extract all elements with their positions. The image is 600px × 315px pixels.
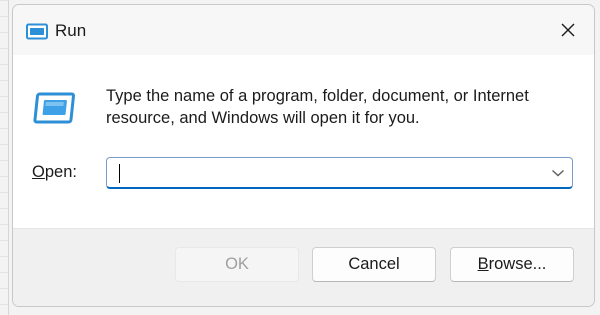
open-combobox[interactable] (106, 157, 573, 189)
browse-button[interactable]: Browse... (450, 247, 574, 282)
ok-button[interactable]: OK (175, 247, 299, 282)
run-icon (33, 91, 75, 127)
chevron-down-icon (552, 169, 564, 177)
title-bar[interactable]: Run (13, 5, 594, 55)
open-label-mnemonic: O (32, 163, 45, 181)
screen: Run Type the name of a program, folder, … (0, 0, 600, 315)
open-label-text: pen: (44, 163, 77, 181)
cancel-button[interactable]: Cancel (312, 247, 436, 282)
browse-mnemonic: B (477, 255, 489, 273)
run-icon (26, 23, 48, 40)
background-ruler (0, 0, 9, 315)
open-label: Open: (32, 163, 77, 182)
open-input[interactable] (113, 161, 533, 185)
window-title: Run (55, 21, 87, 40)
instructions-text: Type the name of a program, folder, docu… (106, 87, 529, 127)
text-cursor (119, 164, 120, 183)
close-icon (561, 23, 575, 37)
run-dialog: Run Type the name of a program, folder, … (12, 4, 595, 307)
browse-label: rowse... (488, 255, 547, 273)
dropdown-button[interactable] (550, 166, 566, 180)
button-bar: OK Cancel Browse... (13, 228, 594, 306)
close-button[interactable] (550, 13, 586, 47)
dialog-content: Type the name of a program, folder, docu… (13, 55, 594, 228)
